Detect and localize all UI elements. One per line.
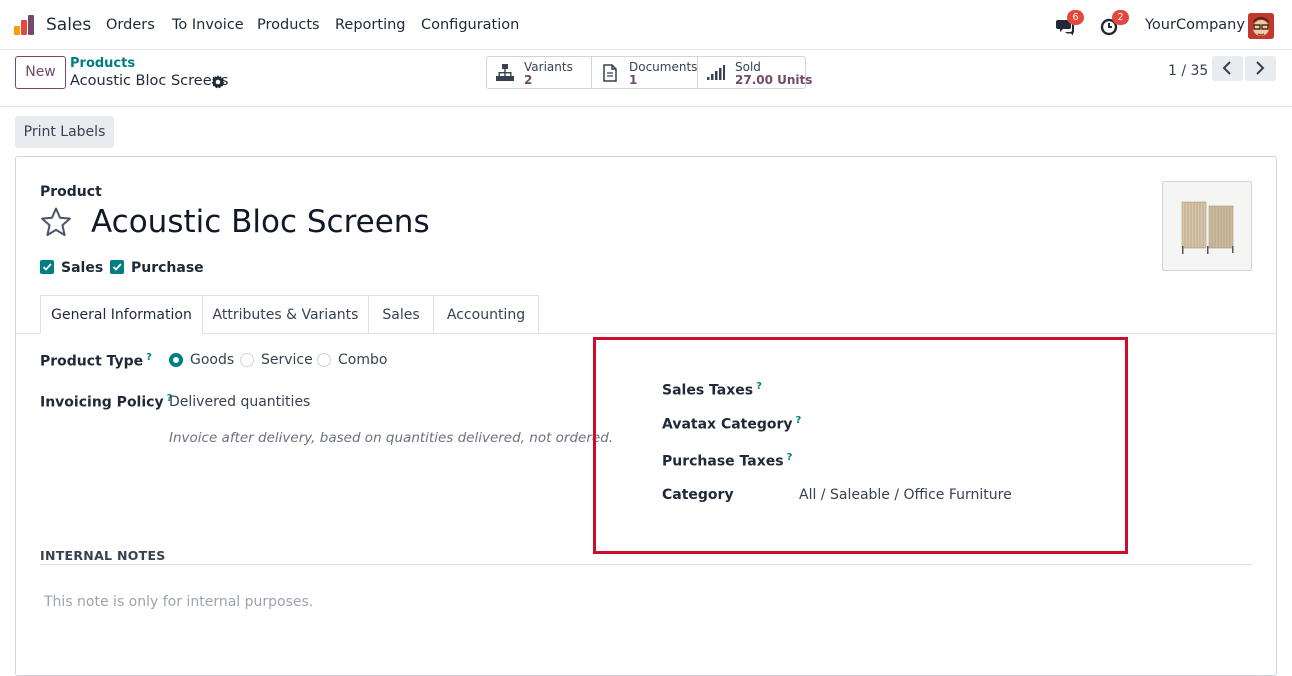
- checkmark-icon: [112, 263, 122, 271]
- smart-buttons: Variants 2 Documents 1 Sold 27.00 Units: [486, 56, 812, 89]
- document-icon: [603, 64, 617, 82]
- invoicing-policy-label: Invoicing Policy?: [40, 393, 173, 411]
- chevron-left-icon: [1222, 61, 1231, 75]
- product-type-goods-label[interactable]: Goods: [190, 352, 234, 368]
- new-button[interactable]: New: [15, 56, 66, 89]
- top-navbar: Sales Orders To Invoice Products Reporti…: [0, 0, 1292, 50]
- bar-chart-icon: [707, 65, 725, 80]
- help-tooltip-icon[interactable]: ?: [146, 352, 152, 363]
- product-type-combo-label[interactable]: Combo: [338, 352, 387, 368]
- breadcrumb-current: Acoustic Bloc Screens: [70, 73, 229, 89]
- sold-label: Sold: [735, 60, 761, 74]
- sales-checkbox[interactable]: [40, 260, 54, 274]
- tab-sales[interactable]: Sales: [368, 295, 434, 334]
- user-avatar[interactable]: [1248, 13, 1274, 39]
- variants-label: Variants: [524, 60, 573, 74]
- menu-to-invoice[interactable]: To Invoice: [172, 17, 244, 33]
- invoicing-policy-hint: Invoice after delivery, based on quantit…: [169, 430, 614, 446]
- purchase-checkbox[interactable]: [110, 260, 124, 274]
- sold-value: 27.00 Units: [735, 73, 813, 87]
- messages-count-badge: 6: [1067, 10, 1084, 25]
- product-type-service-label[interactable]: Service: [261, 352, 313, 368]
- sales-app-logo-icon[interactable]: [14, 15, 36, 35]
- gear-icon[interactable]: [211, 75, 225, 89]
- tab-attributes-variants[interactable]: Attributes & Variants: [202, 295, 369, 334]
- messages-button[interactable]: 6: [1055, 10, 1084, 36]
- menu-orders[interactable]: Orders: [106, 17, 155, 33]
- menu-reporting[interactable]: Reporting: [335, 17, 406, 33]
- documents-smart-button[interactable]: Documents 1: [592, 57, 698, 88]
- invoicing-policy-select[interactable]: Delivered quantities: [169, 394, 310, 410]
- variants-smart-button[interactable]: Variants 2: [487, 57, 592, 88]
- product-type-service-radio[interactable]: [240, 353, 254, 367]
- tab-general-information[interactable]: General Information: [40, 295, 203, 334]
- product-image[interactable]: [1162, 181, 1252, 271]
- menu-configuration[interactable]: Configuration: [421, 17, 519, 33]
- variants-value: 2: [524, 73, 533, 87]
- pager-value[interactable]: 1 / 35: [1168, 63, 1208, 79]
- product-label: Product: [40, 184, 102, 200]
- pager-previous-button[interactable]: [1212, 56, 1243, 81]
- documents-value: 1: [629, 73, 638, 87]
- breadcrumb-products[interactable]: Products: [70, 56, 135, 71]
- internal-notes-field[interactable]: This note is only for internal purposes.: [44, 594, 313, 610]
- control-panel: New Products Acoustic Bloc Screens Varia…: [0, 50, 1292, 107]
- sitemap-icon: [496, 64, 514, 81]
- highlight-box: [593, 337, 1128, 554]
- product-type-combo-radio[interactable]: [317, 353, 331, 367]
- internal-notes-divider: [40, 564, 1252, 565]
- company-switcher[interactable]: YourCompany: [1145, 17, 1245, 33]
- tab-accounting[interactable]: Accounting: [433, 295, 539, 334]
- activities-count-badge: 2: [1112, 10, 1129, 25]
- sold-smart-button[interactable]: Sold 27.00 Units: [698, 57, 812, 88]
- internal-notes-title: INTERNAL NOTES: [40, 548, 166, 563]
- menu-products[interactable]: Products: [257, 17, 320, 33]
- activities-button[interactable]: 2: [1100, 10, 1129, 36]
- product-name-field[interactable]: Acoustic Bloc Screens: [91, 204, 430, 240]
- sales-checkbox-label: Sales: [61, 260, 104, 276]
- product-type-goods-radio[interactable]: [169, 353, 183, 367]
- favorite-star-icon[interactable]: [40, 206, 72, 238]
- chevron-right-icon: [1256, 61, 1265, 75]
- app-name[interactable]: Sales: [46, 15, 91, 35]
- purchase-checkbox-label: Purchase: [131, 260, 204, 276]
- documents-label: Documents: [629, 60, 698, 74]
- pager-next-button[interactable]: [1245, 56, 1276, 81]
- product-type-label: Product Type?: [40, 352, 152, 370]
- acoustic-screen-image: [1163, 182, 1251, 270]
- print-labels-button[interactable]: Print Labels: [15, 116, 114, 148]
- checkmark-icon: [42, 263, 52, 271]
